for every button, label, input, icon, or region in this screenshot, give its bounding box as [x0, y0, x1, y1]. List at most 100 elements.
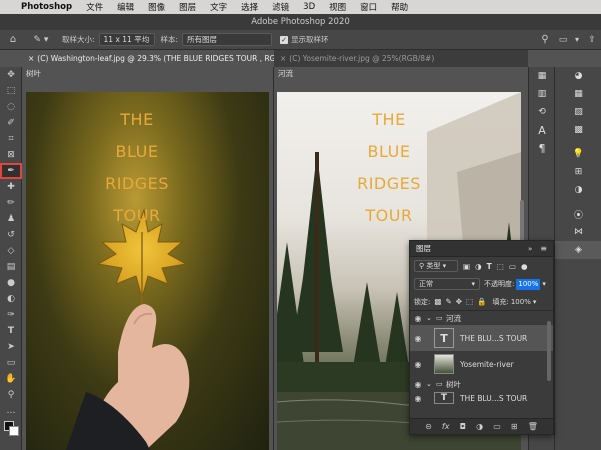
- chevron-down-icon[interactable]: ▾: [542, 280, 546, 288]
- poster-text-left[interactable]: THE BLUE RIDGES TOUR: [62, 104, 212, 232]
- layer-row-group[interactable]: ◉ ⌄ ▭ 河流: [410, 311, 553, 325]
- chevron-down-icon[interactable]: ⌄: [426, 314, 436, 322]
- channels-panel-icon[interactable]: ⦿: [555, 205, 601, 223]
- zoom-tool-icon[interactable]: ⚲: [0, 387, 22, 403]
- pixel-filter-icon[interactable]: ▣: [463, 262, 470, 271]
- dodge-tool-icon[interactable]: ◐: [0, 291, 22, 307]
- menu-file[interactable]: 文件: [79, 1, 110, 13]
- healing-brush-tool-icon[interactable]: ✚: [0, 179, 22, 195]
- home-icon[interactable]: ⌂: [0, 34, 26, 45]
- new-group-icon[interactable]: ▭: [493, 422, 501, 431]
- gradients-panel-icon[interactable]: ▨: [555, 103, 601, 121]
- chevron-down-icon[interactable]: ⌄: [426, 380, 436, 388]
- visibility-eye-icon[interactable]: ◉: [410, 314, 426, 323]
- layer-row-image[interactable]: ◉ Yosemite-river: [410, 351, 553, 377]
- pen-tool-icon[interactable]: ✑: [0, 307, 22, 323]
- menu-window[interactable]: 窗口: [353, 1, 384, 13]
- panel-menu-icon[interactable]: ≡: [540, 244, 547, 253]
- lock-pixels-icon[interactable]: ✎: [445, 297, 451, 306]
- gradient-tool-icon[interactable]: ▤: [0, 259, 22, 275]
- paragraph-panel-icon[interactable]: ¶: [529, 139, 555, 157]
- lasso-tool-icon[interactable]: ◌: [0, 99, 22, 115]
- history-brush-tool-icon[interactable]: ↺: [0, 227, 22, 243]
- patterns-panel-icon[interactable]: ▩: [555, 121, 601, 139]
- mask-icon[interactable]: ◘: [460, 422, 466, 431]
- brush-tool-icon[interactable]: ✏: [0, 195, 22, 211]
- fill-input[interactable]: 100%: [511, 298, 531, 306]
- show-ring-checkbox[interactable]: ✓: [280, 35, 289, 44]
- visibility-eye-icon[interactable]: ◉: [410, 334, 426, 343]
- history-panel-icon[interactable]: ⟲: [529, 103, 555, 121]
- menu-select[interactable]: 选择: [234, 1, 265, 13]
- clone-stamp-tool-icon[interactable]: ♟: [0, 211, 22, 227]
- lock-all-icon[interactable]: 🔒: [477, 297, 486, 306]
- menu-type[interactable]: 文字: [203, 1, 234, 13]
- workspace-icon[interactable]: ▭: [555, 35, 571, 45]
- adjustments-panel-icon[interactable]: ◑: [555, 181, 601, 199]
- crop-tool-icon[interactable]: ⌗: [0, 131, 22, 147]
- eyedropper-tool-icon[interactable]: ✒: [0, 163, 22, 179]
- learn-panel-icon[interactable]: 💡: [555, 145, 601, 163]
- chevron-down-icon[interactable]: ▾: [571, 35, 583, 44]
- eyedropper-preset-icon[interactable]: ✎ ▾: [26, 35, 56, 45]
- lock-artboard-icon[interactable]: ⬚: [466, 297, 473, 306]
- layer-row-text[interactable]: ◉ T THE BLU...S TOUR: [410, 391, 553, 405]
- filter-toggle-icon[interactable]: ●: [521, 262, 528, 271]
- shape-filter-icon[interactable]: ⬚: [497, 262, 504, 271]
- adjustment-filter-icon[interactable]: ◑: [475, 262, 482, 271]
- close-icon[interactable]: ×: [280, 54, 286, 63]
- new-layer-icon[interactable]: ⊞: [511, 422, 518, 431]
- marquee-tool-icon[interactable]: ⬚: [0, 83, 22, 99]
- menu-help[interactable]: 帮助: [384, 1, 415, 13]
- color-panel-icon[interactable]: ◕: [555, 67, 601, 85]
- paths-panel-icon[interactable]: ⋈: [555, 223, 601, 241]
- more-tools-icon[interactable]: …: [0, 403, 22, 419]
- character-panel-icon[interactable]: A: [529, 121, 555, 139]
- canvas-washington-leaf[interactable]: THE BLUE RIDGES TOUR: [26, 92, 269, 450]
- menu-photoshop[interactable]: Photoshop: [14, 2, 79, 12]
- hand-tool-icon[interactable]: ✋: [0, 371, 22, 387]
- histogram-panel-icon[interactable]: ▥: [529, 85, 555, 103]
- shape-tool-icon[interactable]: ▭: [0, 355, 22, 371]
- collapse-icon[interactable]: »: [528, 245, 532, 253]
- libraries-panel-icon[interactable]: ⊞: [555, 163, 601, 181]
- filter-kind-select[interactable]: ⚲ 类型 ▾: [414, 260, 458, 272]
- sample-select[interactable]: 所有图层: [182, 33, 273, 46]
- color-swatches[interactable]: [0, 419, 21, 439]
- opacity-input[interactable]: 100%: [516, 278, 541, 290]
- visibility-eye-icon[interactable]: ◉: [410, 394, 426, 403]
- layers-panel-icon[interactable]: ◈: [555, 241, 601, 259]
- path-select-tool-icon[interactable]: ➤: [0, 339, 22, 355]
- type-tool-icon[interactable]: T: [0, 323, 22, 339]
- smart-filter-icon[interactable]: ▭: [509, 262, 516, 271]
- menu-image[interactable]: 图像: [141, 1, 172, 13]
- layer-row-group[interactable]: ◉ ⌄ ▭ 树叶: [410, 377, 553, 391]
- trash-icon[interactable]: 🗑: [528, 422, 538, 431]
- quick-select-tool-icon[interactable]: ✐: [0, 115, 22, 131]
- menu-filter[interactable]: 滤镜: [265, 1, 296, 13]
- share-icon[interactable]: ⇪: [583, 35, 601, 45]
- adjustment-layer-icon[interactable]: ◑: [476, 422, 483, 431]
- frame-tool-icon[interactable]: ⊠: [0, 147, 22, 163]
- layer-style-icon[interactable]: fx: [442, 422, 450, 431]
- sample-size-select[interactable]: 11 x 11 平均: [98, 33, 155, 46]
- menu-edit[interactable]: 编辑: [110, 1, 141, 13]
- close-icon[interactable]: ×: [28, 54, 34, 63]
- eraser-tool-icon[interactable]: ◇: [0, 243, 22, 259]
- layer-row-text[interactable]: ◉ T THE BLU...S TOUR: [410, 325, 553, 351]
- menu-view[interactable]: 视图: [322, 1, 353, 13]
- menu-3d[interactable]: 3D: [296, 2, 322, 12]
- layers-scrollbar[interactable]: [547, 321, 551, 381]
- info-panel-icon[interactable]: ▦: [529, 67, 555, 85]
- visibility-eye-icon[interactable]: ◉: [410, 360, 426, 369]
- poster-text-right[interactable]: THE BLUE RIDGES TOUR: [314, 104, 464, 232]
- tab-washington-leaf[interactable]: × (C) Washington-leaf.jpg @ 29.3% (THE BL…: [22, 50, 274, 67]
- blend-mode-select[interactable]: 正常 ▾: [414, 278, 480, 290]
- swatches-panel-icon[interactable]: ▦: [555, 85, 601, 103]
- lock-transparency-icon[interactable]: ▩: [434, 297, 441, 306]
- chevron-down-icon[interactable]: ▾: [533, 298, 537, 306]
- blur-tool-icon[interactable]: ●: [0, 275, 22, 291]
- move-tool-icon[interactable]: ✥: [0, 67, 22, 83]
- layers-panel-title[interactable]: 图层: [416, 243, 431, 254]
- visibility-eye-icon[interactable]: ◉: [410, 380, 426, 389]
